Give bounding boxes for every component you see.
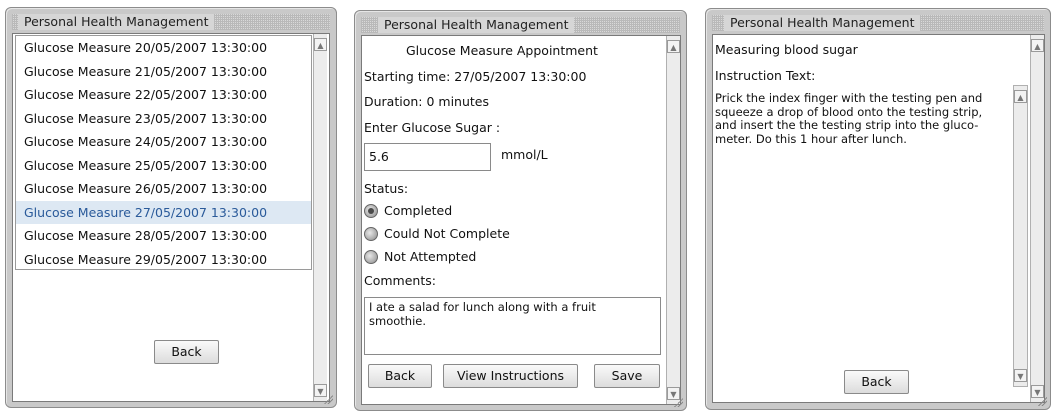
unit-label: mmol/L bbox=[501, 147, 548, 162]
window-appointment: Personal Health Management Glucose Measu… bbox=[354, 10, 687, 411]
comments-textarea[interactable]: I ate a salad for lunch along with a fru… bbox=[364, 297, 661, 355]
radio-could-not-complete-label[interactable]: Could Not Complete bbox=[384, 226, 510, 241]
window-title: Personal Health Management bbox=[724, 15, 921, 31]
resize-grip-icon[interactable] bbox=[673, 397, 683, 407]
list-item[interactable]: Glucose Measure 26/05/2007 13:30:00 bbox=[16, 177, 311, 201]
back-button[interactable]: Back bbox=[154, 340, 219, 364]
scroll-up-icon[interactable]: ▲ bbox=[1014, 90, 1027, 103]
title-bar[interactable]: Personal Health Management bbox=[361, 17, 680, 33]
duration-text: Duration: 0 minutes bbox=[364, 94, 489, 109]
list-item[interactable]: Glucose Measure 23/05/2007 13:30:00 bbox=[16, 107, 311, 131]
resize-grip-icon[interactable] bbox=[1037, 396, 1047, 406]
list-item[interactable]: Glucose Measure 22/05/2007 13:30:00 bbox=[16, 83, 311, 107]
radio-completed-label[interactable]: Completed bbox=[384, 203, 452, 218]
starting-time-text: Starting time: 27/05/2007 13:30:00 bbox=[364, 69, 587, 84]
list-scrollbar[interactable]: ▲ ▼ bbox=[313, 34, 327, 401]
scroll-down-icon[interactable]: ▼ bbox=[1014, 369, 1027, 382]
view-instructions-button[interactable]: View Instructions bbox=[443, 364, 578, 388]
window-title: Personal Health Management bbox=[18, 14, 215, 30]
list-item[interactable]: Glucose Measure 29/05/2007 13:30:00 bbox=[16, 248, 311, 272]
instruction-scrollbar[interactable]: ▲ ▼ bbox=[1013, 85, 1028, 387]
title-bar[interactable]: Personal Health Management bbox=[12, 14, 330, 30]
appointment-panel: Glucose Measure Appointment Starting tim… bbox=[361, 35, 681, 405]
panel-scrollbar[interactable]: ▲ ▼ bbox=[1030, 35, 1044, 402]
list-item-selected[interactable]: Glucose Measure 27/05/2007 13:30:00 bbox=[16, 200, 311, 224]
radio-not-attempted-label[interactable]: Not Attempted bbox=[384, 249, 476, 264]
glucose-sugar-input[interactable]: 5.6 bbox=[364, 143, 491, 171]
radio-not-attempted[interactable] bbox=[364, 250, 378, 264]
list-panel: Glucose Measure 20/05/2007 13:30:00 Gluc… bbox=[12, 33, 330, 402]
list-item[interactable]: Glucose Measure 24/05/2007 13:30:00 bbox=[16, 130, 311, 154]
instruction-text: Prick the index finger with the testing … bbox=[715, 91, 983, 146]
window-glucose-list: Personal Health Management Glucose Measu… bbox=[5, 7, 337, 408]
instructions-panel: Measuring blood sugar Instruction Text: … bbox=[712, 34, 1045, 403]
resize-grip-icon[interactable] bbox=[323, 394, 333, 404]
scroll-up-icon[interactable]: ▲ bbox=[314, 38, 327, 51]
list-item[interactable]: Glucose Measure 20/05/2007 13:30:00 bbox=[16, 36, 311, 60]
radio-could-not-complete[interactable] bbox=[364, 227, 378, 241]
radio-completed[interactable] bbox=[364, 204, 378, 218]
save-button[interactable]: Save bbox=[594, 364, 660, 388]
scroll-up-icon[interactable]: ▲ bbox=[1031, 39, 1044, 52]
measurement-list[interactable]: Glucose Measure 20/05/2007 13:30:00 Gluc… bbox=[15, 35, 312, 270]
appointment-heading: Glucose Measure Appointment bbox=[406, 43, 598, 58]
window-title: Personal Health Management bbox=[378, 17, 575, 33]
list-item[interactable]: Glucose Measure 25/05/2007 13:30:00 bbox=[16, 154, 311, 178]
back-button[interactable]: Back bbox=[368, 364, 432, 388]
list-item[interactable]: Glucose Measure 28/05/2007 13:30:00 bbox=[16, 224, 311, 248]
title-bar[interactable]: Personal Health Management bbox=[712, 15, 1044, 31]
instructions-heading: Measuring blood sugar bbox=[715, 42, 858, 57]
back-button[interactable]: Back bbox=[844, 370, 909, 394]
comments-label: Comments: bbox=[364, 273, 436, 288]
glucose-input-label: Enter Glucose Sugar : bbox=[364, 120, 501, 135]
scroll-up-icon[interactable]: ▲ bbox=[667, 40, 680, 53]
instruction-text-label: Instruction Text: bbox=[715, 68, 816, 83]
status-label: Status: bbox=[364, 181, 409, 196]
window-instructions: Personal Health Management Measuring blo… bbox=[705, 8, 1051, 410]
list-item[interactable]: Glucose Measure 21/05/2007 13:30:00 bbox=[16, 60, 311, 84]
panel-scrollbar[interactable]: ▲ ▼ bbox=[666, 36, 680, 404]
